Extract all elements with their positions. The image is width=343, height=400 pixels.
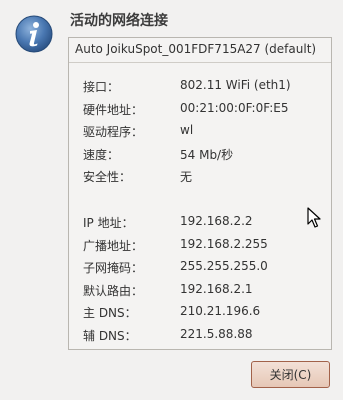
detail-label: 接口： — [83, 80, 120, 94]
connection-header: Auto JoikuSpot_001FDF715A27 (default) — [69, 38, 331, 63]
detail-row-subnet-mask: 子网掩码： 255.255.255.0 — [83, 259, 323, 282]
detail-row-driver: 驱动程序： wl — [83, 123, 323, 146]
detail-value: 00:21:00:0F:0F:E5 — [180, 100, 289, 115]
detail-row-primary-dns: 主 DNS： 210.21.196.6 — [83, 304, 323, 327]
connection-details-panel: Auto JoikuSpot_001FDF715A27 (default) 接口… — [68, 37, 332, 350]
detail-value: 255.255.255.0 — [180, 259, 268, 274]
details-list: 接口： 802.11 WiFi (eth1) 硬件地址： 00:21:00:0F… — [83, 78, 323, 350]
detail-label: 驱动程序： — [83, 125, 144, 140]
detail-row-default-route: 默认路由： 192.168.2.1 — [83, 282, 323, 305]
detail-label: 广播地址： — [83, 238, 144, 253]
detail-label: 安全性： — [83, 170, 132, 185]
detail-value: 192.168.2.255 — [180, 236, 268, 251]
detail-value: 802.11 WiFi (eth1) — [180, 78, 291, 92]
detail-value: 无 — [180, 170, 193, 185]
detail-row-ip-address: IP 地址： 192.168.2.2 — [83, 214, 323, 237]
detail-row-speed: 速度： 54 Mb/秒 — [83, 146, 323, 169]
detail-row-interface: 接口： 802.11 WiFi (eth1) — [83, 78, 323, 101]
detail-label: 硬件地址： — [83, 102, 144, 117]
detail-row-hardware-address: 硬件地址： 00:21:00:0F:0F:E5 — [83, 101, 323, 124]
connection-info-dialog: 活动的网络连接 Auto JoikuSpot_001FDF715A27 (def… — [0, 0, 343, 400]
detail-label: 主 DNS： — [83, 306, 137, 321]
detail-row-security: 安全性： 无 — [83, 168, 323, 191]
detail-row-broadcast-address: 广播地址： 192.168.2.255 — [83, 237, 323, 260]
detail-value: 54 Mb/秒 — [180, 147, 234, 162]
mouse-pointer-icon — [307, 207, 323, 229]
connection-name: Auto JoikuSpot_001FDF715A27 (default) — [75, 42, 317, 56]
close-button[interactable]: 关闭(C) — [251, 361, 330, 388]
detail-value: wl — [180, 123, 194, 138]
detail-label: IP 地址： — [83, 215, 134, 230]
info-icon — [14, 14, 54, 54]
detail-label: 默认路由： — [83, 283, 144, 298]
dialog-title: 活动的网络连接 — [70, 13, 168, 29]
detail-label: 子网掩码： — [83, 261, 144, 276]
detail-value: 221.5.88.88 — [180, 326, 253, 341]
detail-value: 192.168.2.2 — [180, 213, 253, 228]
detail-value: 192.168.2.1 — [180, 281, 253, 296]
detail-row-secondary-dns: 辅 DNS： 221.5.88.88 — [83, 327, 323, 350]
detail-value: 210.21.196.6 — [180, 304, 261, 319]
detail-label: 速度： — [83, 147, 120, 162]
detail-label: 辅 DNS： — [83, 328, 137, 343]
